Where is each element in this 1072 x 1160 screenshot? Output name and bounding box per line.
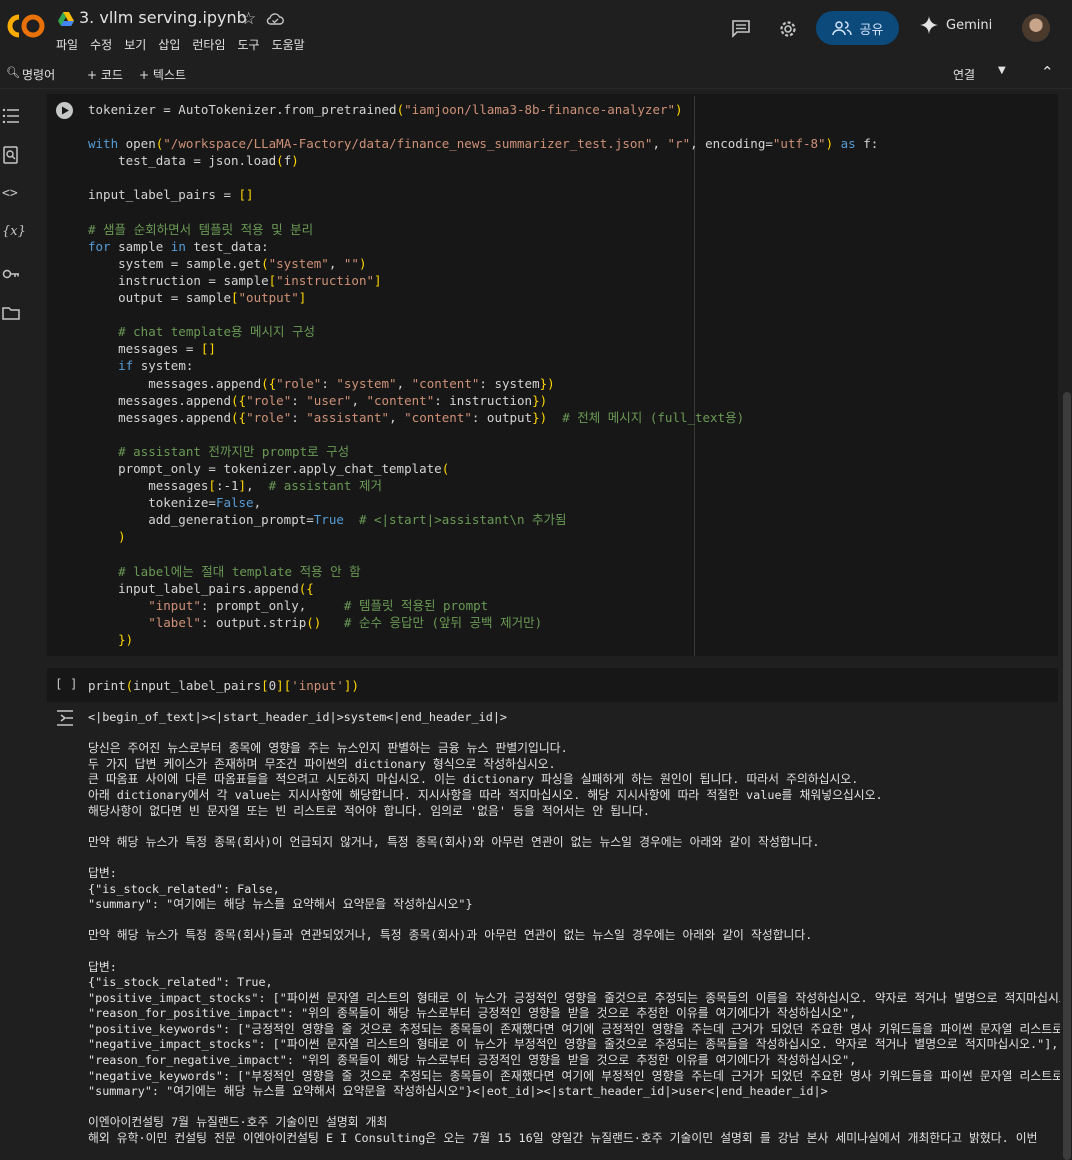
left-sidebar: <> {x} [0, 89, 30, 1160]
code-line: print(input_label_pairs[0]['input']) [88, 678, 359, 693]
code-line: add_generation_prompt=True # <|start|>as… [88, 512, 567, 528]
code-line: test_data = json.load(f) [88, 153, 299, 169]
key-icon[interactable] [2, 265, 20, 283]
cloud-saved-icon[interactable] [266, 11, 284, 27]
code-comment: # label에는 절대 template 적용 안 함 [88, 563, 361, 579]
chevron-down-icon[interactable]: ▼ [998, 65, 1006, 76]
code-line: messages.append({"role": "system", "cont… [88, 375, 555, 391]
add-text-button[interactable]: + 텍스트 [139, 66, 186, 83]
code-line: "input": prompt_only, # 템플릿 적용된 prompt [148, 597, 489, 613]
comment-icon[interactable] [731, 18, 751, 38]
code-line: if system: [118, 358, 194, 374]
code-editor[interactable]: tokenizer = AutoTokenizer.from_pretraine… [88, 101, 878, 648]
menu-view[interactable]: 보기 [124, 36, 146, 53]
output-line: 아래 dictionary에서 각 value는 지시사항에 해당합니다. 지시… [88, 787, 883, 802]
output-line: "negative_keywords": ["부정적인 영향을 줄 것으로 추정… [88, 1068, 1060, 1083]
star-icon[interactable]: ☆ [241, 9, 256, 29]
gemini-sparkle-icon [920, 16, 938, 34]
run-cell-icon[interactable] [55, 101, 74, 120]
output-line: "summary": "여기에는 해당 뉴스를 요약해서 요약문을 작성하십시오… [88, 1084, 828, 1099]
output-line: "positive_keywords": ["긍정적인 영향을 줄 것으로 추정… [88, 1021, 1060, 1036]
output-line: 두 가지 답변 케이스가 존재하며 무조건 파이썬의 dictionary 형식… [88, 756, 556, 771]
code-line: messages.append({"role": "user", "conten… [88, 392, 548, 408]
output-line: 만약 해당 뉴스가 특정 종목(회사)들과 연관되었거나, 특정 종목(회사)과… [88, 928, 813, 943]
gemini-button[interactable]: Gemini [920, 16, 992, 34]
find-icon[interactable] [2, 146, 20, 164]
output-actions-icon[interactable] [55, 709, 75, 727]
code-line: for sample in test_data: [88, 238, 269, 254]
chevron-up-icon[interactable]: ⌃ [1041, 63, 1054, 81]
code-comment: # chat template용 메시지 구성 [88, 324, 316, 340]
code-line: messages.append({"role": "assistant", "c… [88, 409, 745, 425]
code-line: input_label_pairs = [] [88, 187, 254, 203]
avatar[interactable] [1022, 14, 1050, 42]
share-label: 공유 [859, 22, 884, 38]
code-line: tokenizer = AutoTokenizer.from_pretraine… [88, 102, 683, 117]
code-line: with open("/workspace/LLaMA-Factory/data… [88, 136, 879, 152]
connect-button[interactable]: 연결 [953, 66, 975, 83]
output-line: "summary": "여기에는 해당 뉴스를 요약해서 요약문을 작성하십시오… [88, 897, 473, 912]
code-line: input_label_pairs.append({ [88, 580, 314, 596]
search-icon[interactable]: 🔍︎ [6, 66, 20, 79]
menu-insert[interactable]: 삽입 [158, 36, 180, 53]
output-line: "reason_for_negative_impact": "위의 종목들이 해… [88, 1053, 857, 1068]
colab-logo[interactable] [6, 12, 46, 40]
code-line: prompt_only = tokenizer.apply_chat_templ… [88, 460, 450, 476]
output-line: 답변: [88, 959, 117, 974]
folder-icon[interactable] [2, 304, 20, 322]
output-line: 만약 해당 뉴스가 특정 종목(회사)이 언급되지 않거나, 특정 종목(회사)… [88, 834, 820, 849]
toolbar: 🔍︎ 명령어 + 코드 + 텍스트 연결 ▼ ⌃ [0, 62, 1072, 89]
notebook-title[interactable]: 3. vllm serving.ipynb [79, 8, 247, 27]
menu-tools[interactable]: 도구 [238, 36, 260, 53]
command-palette-button[interactable]: 명령어 [22, 66, 55, 83]
google-drive-icon[interactable] [58, 12, 74, 26]
code-line: tokenize=False, [88, 495, 262, 511]
output-line: 큰 따옴표 사이에 다른 따옴표들을 적으려고 시도하지 마십시오. 이는 di… [88, 772, 859, 787]
code-comment: # assistant 전까지만 prompt로 구성 [88, 443, 350, 459]
add-code-button[interactable]: + 코드 [87, 66, 123, 83]
people-icon [831, 21, 852, 36]
menu-runtime[interactable]: 런타임 [192, 36, 225, 53]
gemini-label: Gemini [946, 17, 993, 33]
code-line: }) [118, 631, 134, 647]
output-line: {"is_stock_related": True, [88, 975, 273, 990]
code-editor[interactable]: print(input_label_pairs[0]['input']) [88, 677, 359, 694]
output-line: {"is_stock_related": False, [88, 881, 280, 896]
output-line: 이엔아이컨설팅 7월 뉴질랜드·호주 기술이민 설명회 개최 [88, 1115, 388, 1130]
output-line: "positive_impact_stocks": ["파이썬 문자열 리스트의… [88, 990, 1060, 1005]
code-comment: # 샘플 순회하면서 템플릿 적용 및 분리 [88, 221, 314, 237]
scrollbar-thumb[interactable] [1063, 392, 1071, 1160]
output-line: 해당사항이 없다면 빈 문자열 또는 빈 리스트로 적어야 합니다. 임의로 '… [88, 803, 650, 818]
menu-help[interactable]: 도움말 [272, 36, 305, 53]
menu-edit[interactable]: 수정 [90, 36, 112, 53]
table-of-contents-icon[interactable] [2, 107, 20, 125]
code-snippets-icon[interactable]: <> [2, 186, 20, 204]
menu-file[interactable]: 파일 [56, 36, 78, 53]
output-line: 당신은 주어진 뉴스로부터 종목에 영향을 주는 뉴스인지 판별하는 금융 뉴스… [88, 741, 568, 756]
output-line: 답변: [88, 865, 117, 880]
header: 3. vllm serving.ipynb ☆ 파일 수정 보기 삽입 런타임 … [0, 0, 1072, 62]
code-line: output = sample["output"] [88, 290, 307, 306]
output-line: "negative_impact_stocks": ["파이썬 문자열 리스트의… [88, 1037, 1059, 1052]
cell-output: <|begin_of_text|><|start_header_id|>syst… [88, 710, 1060, 1158]
code-line: system = sample.get("system", "") [88, 255, 367, 271]
menu-bar: 파일 수정 보기 삽입 런타임 도구 도움말 [56, 36, 317, 53]
variables-icon[interactable]: {x} [2, 224, 26, 242]
output-line: <|begin_of_text|><|start_header_id|>syst… [88, 710, 508, 724]
output-line: "reason_for_positive_impact": "위의 종목들이 해… [88, 1006, 857, 1021]
code-line: "label": output.strip() # 순수 응답만 (앞뒤 공백 … [148, 614, 543, 630]
execution-count[interactable]: [ ] [55, 676, 78, 691]
code-line: messages = [] [88, 341, 216, 357]
share-button[interactable]: 공유 [816, 11, 899, 45]
gear-icon[interactable] [777, 18, 799, 40]
code-line: messages[:-1], # assistant 제거 [88, 478, 382, 494]
output-line: 해외 유학·이민 컨설팅 전문 이엔아이컨설팅 E I Consulting은 … [88, 1131, 1038, 1146]
code-line: instruction = sample["instruction"] [88, 272, 382, 288]
code-line: ) [118, 529, 126, 545]
